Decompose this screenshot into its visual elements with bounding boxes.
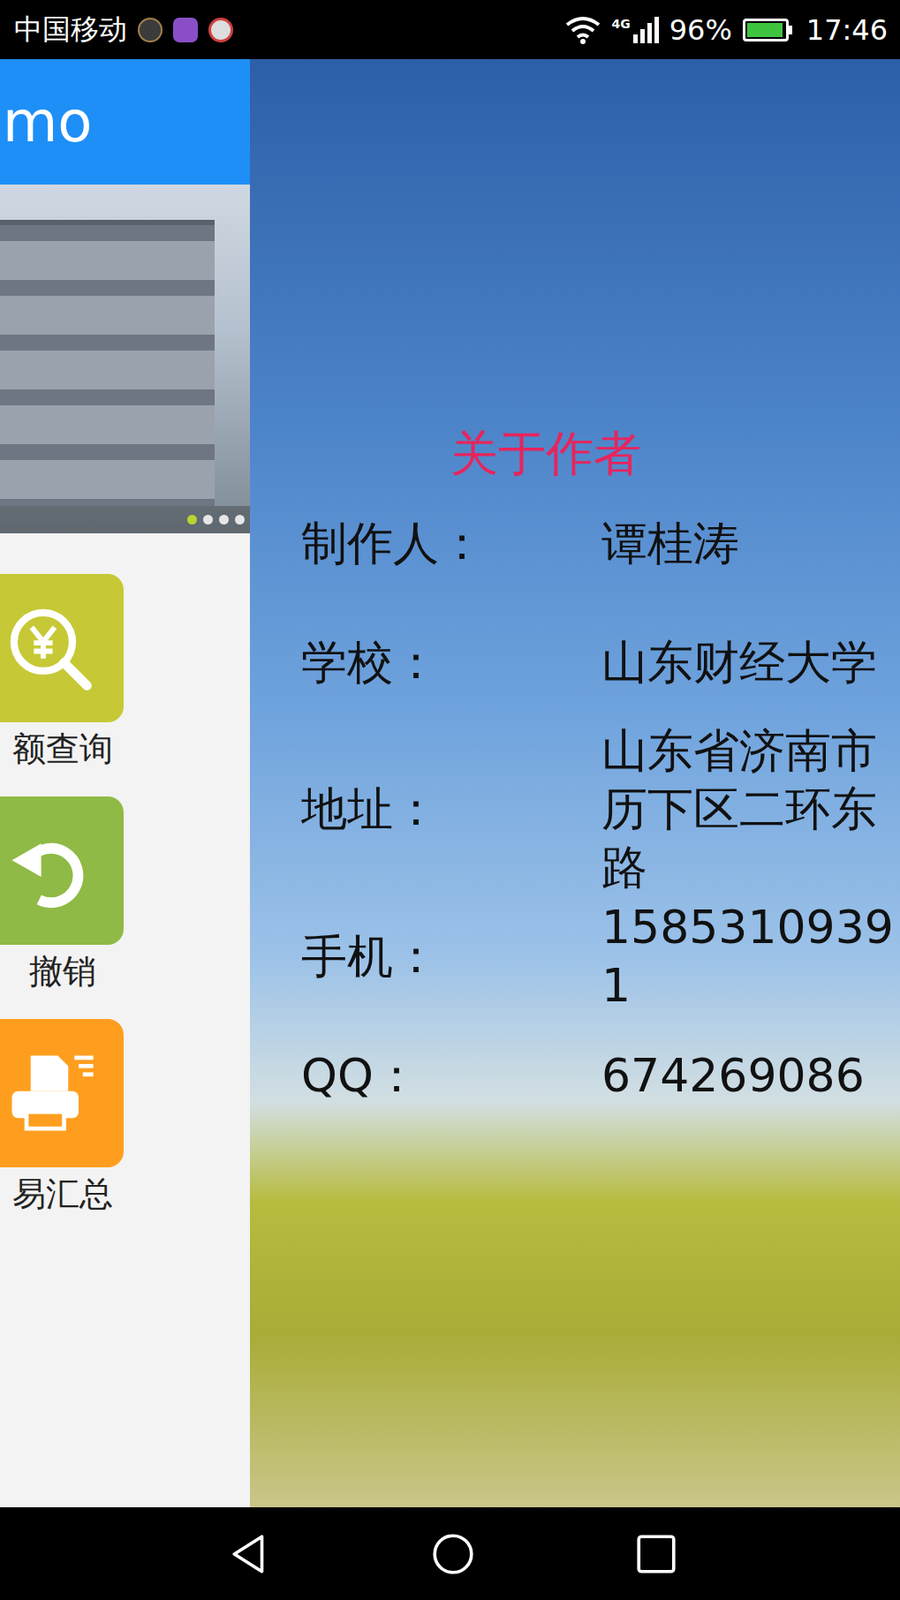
tile-box[interactable]	[0, 796, 124, 946]
row-label: 地址：	[301, 779, 602, 839]
battery-cap	[788, 25, 793, 35]
about-drawer: 关于作者制作人：谭桂涛学校：山东财经大学地址：山东省济南市历下区二环东路手机：1…	[249, 59, 900, 1508]
map-notification-icon	[208, 17, 234, 43]
tile-box[interactable]	[0, 574, 124, 723]
status-left: 中国移动	[14, 10, 234, 50]
carousel-dot[interactable]	[203, 514, 213, 525]
tile-label: 易汇总	[0, 1174, 114, 1214]
about-row: 手机：15853109391	[301, 896, 897, 1016]
app-notification-icon	[137, 17, 163, 43]
signal-indicator: 4G	[611, 16, 658, 44]
app-header: mo	[0, 59, 250, 185]
about-row: 地址：山东省济南市历下区二环东路	[301, 721, 897, 897]
battery-percent-text: 96%	[669, 13, 733, 47]
gallery-notification-icon	[173, 17, 198, 43]
row-value: 谭桂涛	[601, 514, 897, 573]
carrier-text: 中国移动	[14, 10, 128, 50]
row-value: 674269086	[601, 1046, 897, 1105]
app-title: mo	[2, 93, 93, 151]
main-panel: mo 额查询撤销易汇总	[0, 59, 250, 1508]
content-area: mo额查询撤销易汇总关于作者制作人：谭桂涛学校：山东财经大学地址：山东省济南市历…	[0, 59, 900, 1508]
about-row: QQ：674269086	[301, 1015, 897, 1135]
carousel-dot[interactable]	[187, 514, 197, 525]
status-right: 4G 96% 17:46	[565, 13, 888, 47]
home-circle-icon[interactable]	[430, 1531, 477, 1578]
tile-label: 撤销	[2, 952, 97, 991]
carousel-image[interactable]	[0, 184, 250, 534]
undo-icon	[0, 818, 102, 923]
carousel-dots	[0, 506, 250, 534]
function-tile[interactable]: 撤销	[0, 796, 124, 991]
carousel-dot[interactable]	[234, 514, 245, 525]
row-label: 制作人：	[301, 514, 602, 573]
tile-label: 额查询	[0, 729, 114, 769]
battery-icon	[742, 18, 789, 42]
printer-icon	[0, 1041, 102, 1146]
function-tiles: 额查询撤销易汇总	[0, 533, 250, 1214]
signal-bars-icon	[632, 16, 659, 44]
building-photo	[0, 219, 215, 507]
row-value: 15853109391	[601, 898, 897, 1015]
network-type-text: 4G	[611, 16, 630, 31]
carousel-dot[interactable]	[219, 514, 229, 525]
clock-text: 17:46	[806, 13, 888, 47]
tile-box[interactable]	[0, 1019, 124, 1168]
navigation-bar	[0, 1507, 900, 1600]
back-triangle-icon[interactable]	[226, 1531, 273, 1578]
wifi-icon	[565, 15, 601, 45]
row-label: QQ：	[301, 1046, 602, 1105]
balance-search-icon	[0, 596, 102, 701]
about-title: 关于作者	[301, 424, 897, 484]
about-row: 学校：山东财经大学	[301, 602, 897, 722]
about-row: 制作人：谭桂涛	[301, 483, 897, 603]
battery-fill	[747, 22, 783, 38]
phone-screen: 中国移动4G96%17:46mo额查询撤销易汇总关于作者制作人：谭桂涛学校：山东…	[0, 0, 900, 1600]
row-label: 手机：	[301, 927, 602, 986]
function-tile[interactable]: 额查询	[0, 574, 124, 769]
recent-square-icon[interactable]	[633, 1531, 680, 1578]
row-value: 山东财经大学	[601, 633, 897, 692]
function-tile[interactable]: 易汇总	[0, 1019, 124, 1214]
row-value: 山东省济南市历下区二环东路	[601, 721, 897, 897]
status-bar: 中国移动 4G 96% 17:46	[0, 0, 900, 60]
row-label: 学校：	[301, 633, 602, 692]
